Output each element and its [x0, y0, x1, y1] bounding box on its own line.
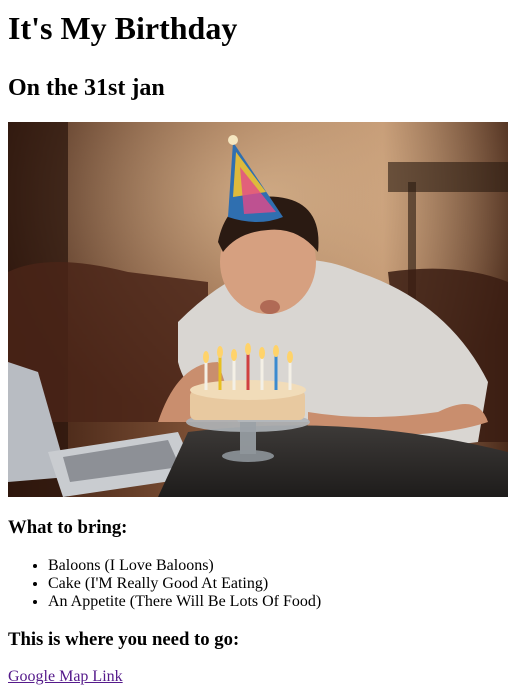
google-map-link[interactable]: Google Map Link: [8, 668, 123, 686]
page: It's My Birthday On the 31st jan What to…: [0, 0, 532, 686]
bring-list: Baloons (I Love Baloons) Cake (I'M Reall…: [8, 557, 524, 611]
list-item: Cake (I'M Really Good At Eating): [48, 575, 524, 593]
list-item: An Appetite (There Will Be Lots Of Food): [48, 593, 524, 611]
page-title: It's My Birthday: [8, 10, 238, 46]
bring-heading: What to bring:: [8, 517, 128, 538]
page-subtitle: On the 31st jan: [8, 75, 165, 101]
location-heading: This is where you need to go:: [8, 629, 240, 650]
birthday-photo: [8, 122, 508, 497]
list-item: Baloons (I Love Baloons): [48, 557, 524, 575]
